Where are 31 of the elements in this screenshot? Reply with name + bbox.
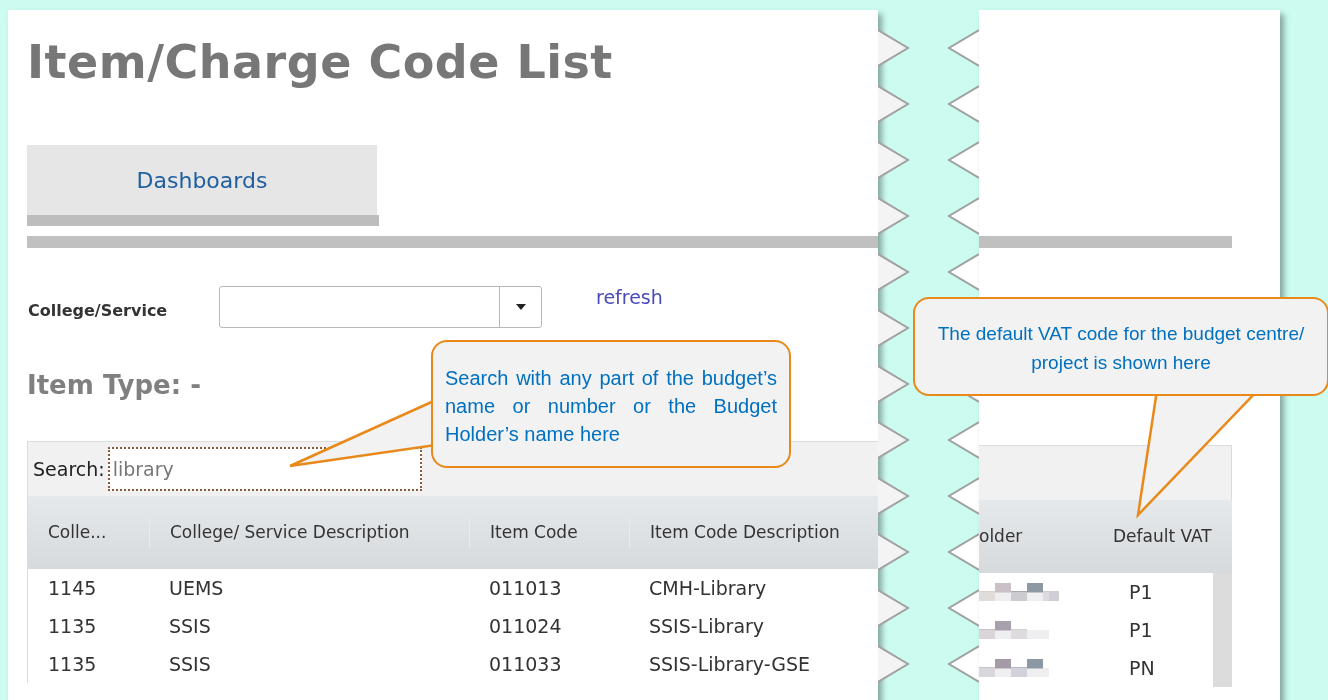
page-title: Item/Charge Code List: [27, 36, 613, 88]
table-cell: SSIS-Library-GSE: [649, 652, 811, 675]
table-cell: 011033: [489, 652, 562, 675]
dropdown-caret-icon: [515, 304, 526, 310]
field-label: College/Service: [28, 300, 169, 322]
table-cell: 011024: [489, 614, 562, 637]
item-type-heading: Item Type: -: [27, 369, 201, 402]
college-dropdown[interactable]: [219, 286, 542, 328]
search-label: Search:: [33, 456, 105, 482]
column-header[interactable]: Default VAT: [1113, 523, 1212, 550]
column-header[interactable]: older: [979, 523, 1113, 550]
table-cell: SSIS-Library: [649, 614, 765, 637]
column-header[interactable]: Colle...: [48, 519, 107, 546]
table-cell: SSIS: [169, 652, 211, 675]
table-cell-text: PN: [1129, 655, 1155, 681]
refresh-link[interactable]: refresh: [596, 286, 663, 308]
table-cell: 1145: [48, 576, 97, 599]
scrollbar[interactable]: [1213, 573, 1232, 687]
search-field[interactable]: library: [107, 447, 422, 491]
table-cell: 1135: [48, 614, 97, 637]
tab[interactable]: Dashboards: [27, 145, 377, 215]
column-header[interactable]: College/ Service Description: [170, 519, 410, 546]
table-cell: CMH-Library: [649, 576, 767, 599]
column-header[interactable]: Item Code Description: [650, 519, 840, 546]
table-cell: SSIS: [169, 614, 211, 637]
column-header[interactable]: Item Code: [490, 519, 578, 546]
table-cell: UEMS: [169, 576, 224, 599]
table-cell-text: P1: [1129, 617, 1153, 643]
table-cell: 011013: [489, 576, 562, 599]
table-cell: 1135: [48, 652, 97, 675]
table-cell-text: P1: [1129, 579, 1153, 605]
